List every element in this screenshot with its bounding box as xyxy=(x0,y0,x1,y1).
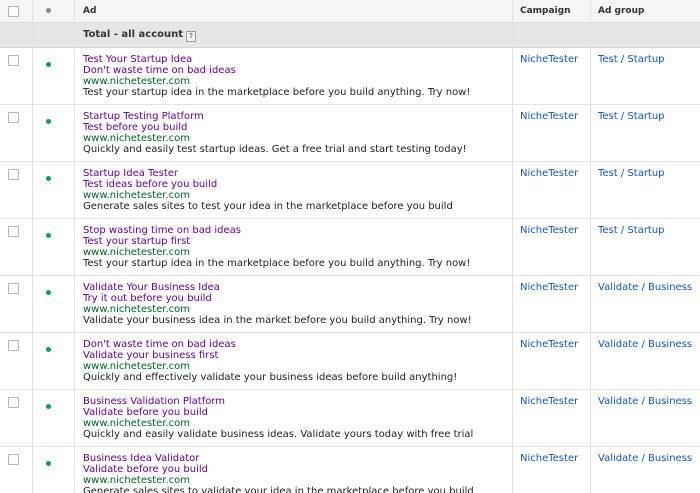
row-checkbox[interactable] xyxy=(8,112,19,123)
ad-display-url: www.nichetester.com xyxy=(83,304,190,315)
ad-headline-2: Validate before you build xyxy=(83,464,208,475)
ad-preview: Business Validation Platform Validate bef… xyxy=(83,396,473,440)
ad-preview: Test Your Startup Idea Don't waste time o… xyxy=(83,54,470,98)
ad-display-url: www.nichetester.com xyxy=(83,76,190,87)
table-header: Ad Campaign Ad group xyxy=(0,0,700,23)
total-row: Total - all account? xyxy=(0,23,700,48)
ad-display-url: www.nichetester.com xyxy=(83,361,190,372)
table-row: Business Idea Validator Validate before y… xyxy=(0,447,700,493)
ad-headline-1[interactable]: Test Your Startup Idea xyxy=(83,54,470,65)
column-divider xyxy=(74,0,75,493)
column-divider xyxy=(590,0,591,493)
ad-headline-1[interactable]: Business Idea Validator xyxy=(83,453,474,464)
ad-group-link[interactable]: Test / Startup xyxy=(598,168,665,179)
campaign-link[interactable]: NicheTester xyxy=(520,453,578,464)
ad-headline-2: Don't waste time on bad ideas xyxy=(83,65,236,76)
campaign-link[interactable]: NicheTester xyxy=(520,111,578,122)
help-icon[interactable]: ? xyxy=(186,31,197,42)
ad-group-link[interactable]: Validate / Business xyxy=(598,453,692,464)
ad-headline-1[interactable]: Stop wasting time on bad ideas xyxy=(83,225,470,236)
table-row: Stop wasting time on bad ideas Test your … xyxy=(0,219,700,276)
ad-preview: Validate Your Business Idea Try it out be… xyxy=(83,282,472,326)
row-checkbox[interactable] xyxy=(8,397,19,408)
column-divider xyxy=(512,0,513,493)
ad-group-link[interactable]: Validate / Business xyxy=(598,282,692,293)
status-enabled-icon[interactable] xyxy=(46,119,51,124)
ad-display-url: www.nichetester.com xyxy=(83,475,190,486)
ad-group-link[interactable]: Test / Startup xyxy=(598,54,665,65)
table-row: Test Your Startup Idea Don't waste time o… xyxy=(0,48,700,105)
ad-preview: Business Idea Validator Validate before y… xyxy=(83,453,474,493)
ad-group-link[interactable]: Test / Startup xyxy=(598,111,665,122)
ad-headline-1[interactable]: Don't waste time on bad ideas xyxy=(83,339,457,350)
row-checkbox[interactable] xyxy=(8,55,19,66)
campaign-link[interactable]: NicheTester xyxy=(520,54,578,65)
ad-headline-2: Validate your business first xyxy=(83,350,219,361)
ad-headline-1[interactable]: Startup Testing Platform xyxy=(83,111,467,122)
campaign-link[interactable]: NicheTester xyxy=(520,168,578,179)
status-enabled-icon[interactable] xyxy=(46,62,51,67)
table-row: Startup Idea Tester Test ideas before you… xyxy=(0,162,700,219)
ad-headline-2: Try it out before you build xyxy=(83,293,212,304)
ad-group-link[interactable]: Validate / Business xyxy=(598,339,692,350)
table-row: Business Validation Platform Validate bef… xyxy=(0,390,700,447)
total-label-text: Total - all account xyxy=(83,29,184,40)
status-column-icon[interactable] xyxy=(46,8,51,13)
status-enabled-icon[interactable] xyxy=(46,404,51,409)
ad-headline-2: Test your startup first xyxy=(83,236,191,247)
table-row: Startup Testing Platform Test before you … xyxy=(0,105,700,162)
column-divider xyxy=(32,0,33,493)
ad-display-url: www.nichetester.com xyxy=(83,133,190,144)
status-enabled-icon[interactable] xyxy=(46,176,51,181)
ad-group-link[interactable]: Validate / Business xyxy=(598,396,692,407)
ad-group-link[interactable]: Test / Startup xyxy=(598,225,665,236)
ad-headline-2: Test ideas before you build xyxy=(83,179,218,190)
campaign-link[interactable]: NicheTester xyxy=(520,225,578,236)
ad-preview: Startup Idea Tester Test ideas before you… xyxy=(83,168,453,212)
ad-description: Generate sales sites to validate your id… xyxy=(83,486,474,493)
table-row: Validate Your Business Idea Try it out be… xyxy=(0,276,700,333)
row-checkbox[interactable] xyxy=(8,340,19,351)
table-row: Don't waste time on bad ideas Validate yo… xyxy=(0,333,700,390)
ad-headline-1[interactable]: Validate Your Business Idea xyxy=(83,282,472,293)
select-all-checkbox[interactable] xyxy=(8,6,19,17)
column-header-campaign[interactable]: Campaign xyxy=(520,6,571,16)
ad-description: Test your startup idea in the marketplac… xyxy=(83,258,471,269)
ad-description: Generate sales sites to test your idea i… xyxy=(83,201,453,212)
column-header-ad[interactable]: Ad xyxy=(83,6,96,16)
status-enabled-icon[interactable] xyxy=(46,347,51,352)
total-label: Total - all account? xyxy=(83,29,197,42)
row-checkbox[interactable] xyxy=(8,283,19,294)
campaign-link[interactable]: NicheTester xyxy=(520,339,578,350)
ad-preview: Stop wasting time on bad ideas Test your … xyxy=(83,225,470,269)
ad-description: Test your startup idea in the marketplac… xyxy=(83,87,471,98)
status-enabled-icon[interactable] xyxy=(46,290,51,295)
ad-description: Quickly and easily test startup ideas. G… xyxy=(83,144,467,155)
ad-headline-1[interactable]: Business Validation Platform xyxy=(83,396,473,407)
campaign-link[interactable]: NicheTester xyxy=(520,396,578,407)
campaign-link[interactable]: NicheTester xyxy=(520,282,578,293)
ad-description: Quickly and effectively validate your bu… xyxy=(83,372,458,383)
row-checkbox[interactable] xyxy=(8,169,19,180)
ad-preview: Don't waste time on bad ideas Validate yo… xyxy=(83,339,457,383)
status-enabled-icon[interactable] xyxy=(46,233,51,238)
row-checkbox[interactable] xyxy=(8,454,19,465)
column-header-ad-group[interactable]: Ad group xyxy=(598,6,644,16)
status-enabled-icon[interactable] xyxy=(46,461,51,466)
ad-description: Quickly and easily validate business ide… xyxy=(83,429,474,440)
ad-preview: Startup Testing Platform Test before you … xyxy=(83,111,467,155)
ad-display-url: www.nichetester.com xyxy=(83,247,190,258)
ad-headline-1[interactable]: Startup Idea Tester xyxy=(83,168,453,179)
row-checkbox[interactable] xyxy=(8,226,19,237)
ad-headline-2: Validate before you build xyxy=(83,407,208,418)
ad-display-url: www.nichetester.com xyxy=(83,418,190,429)
ad-headline-2: Test before you build xyxy=(83,122,188,133)
ad-display-url: www.nichetester.com xyxy=(83,190,190,201)
ad-description: Validate your business idea in the marke… xyxy=(83,315,472,326)
ads-table: Ad Campaign Ad group Total - all account… xyxy=(0,0,700,493)
